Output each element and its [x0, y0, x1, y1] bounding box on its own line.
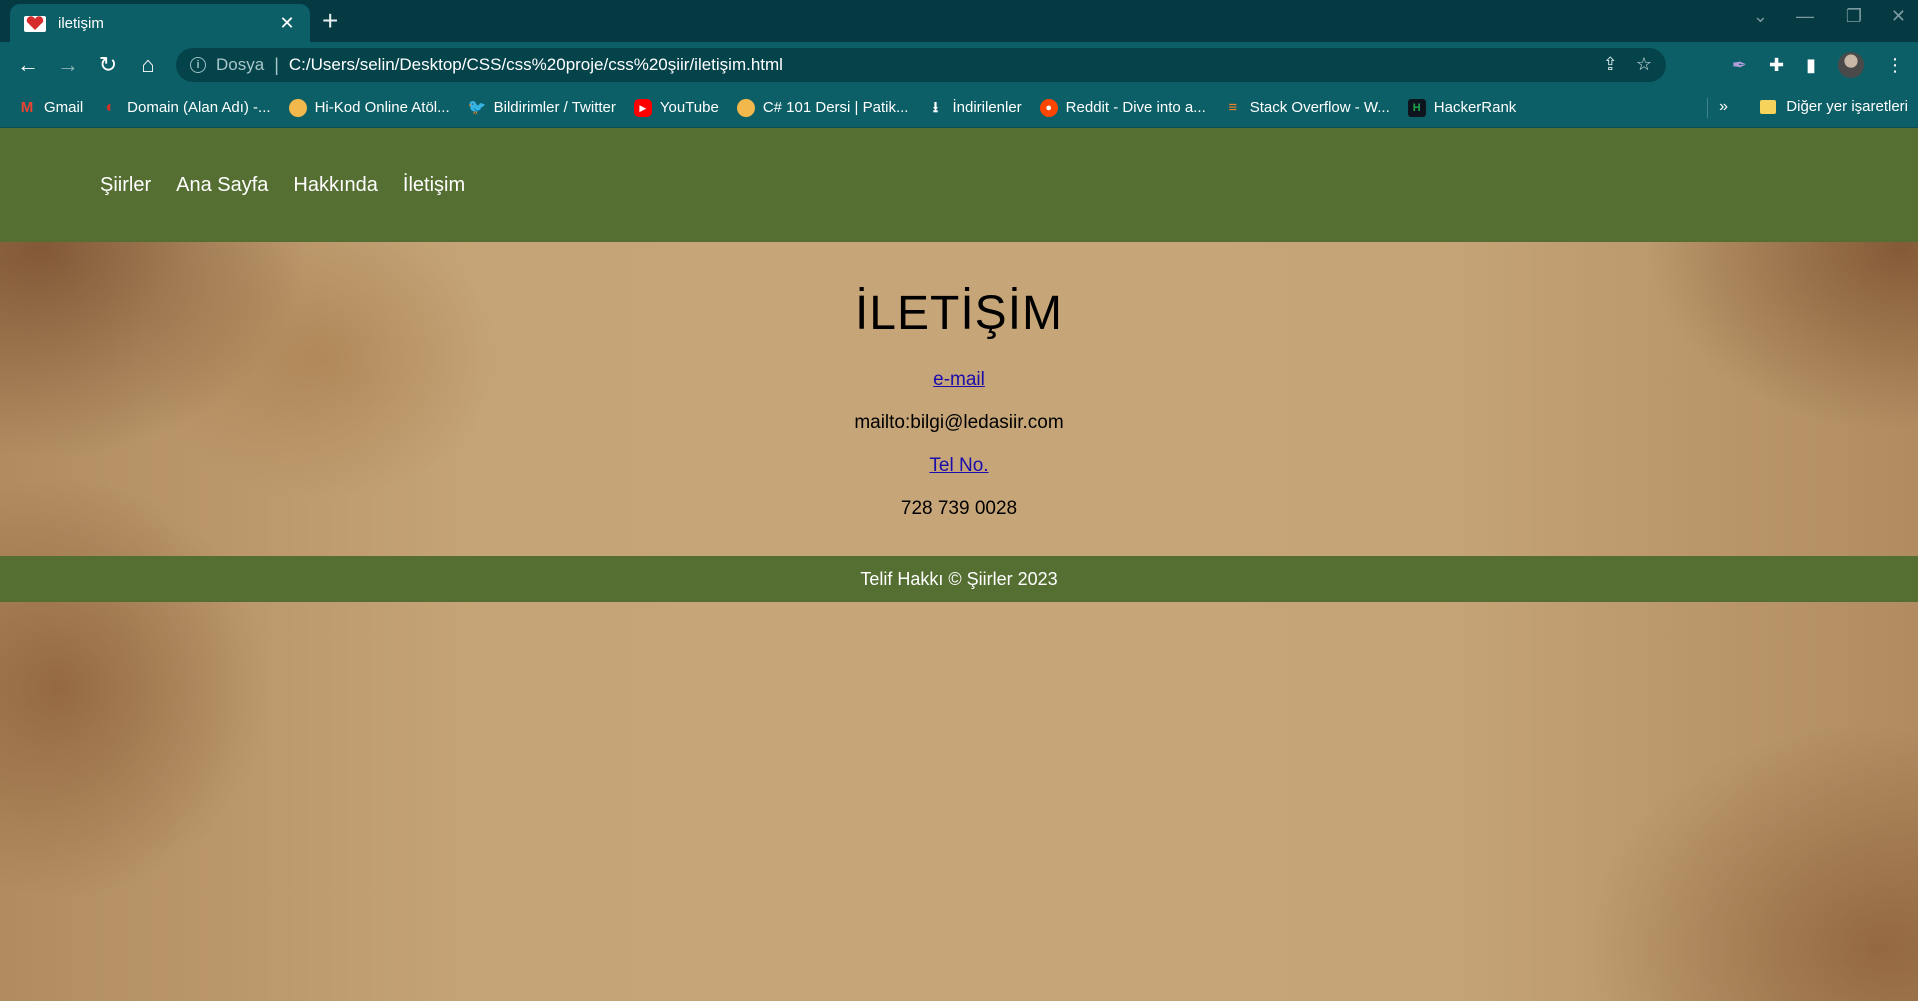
- domain-icon: ◐: [105, 98, 115, 116]
- minimize-icon[interactable]: —: [1796, 6, 1814, 27]
- phone-number: 728 739 0028: [900, 498, 1018, 519]
- heart-favicon-icon: [24, 16, 46, 32]
- youtube-icon: ▶: [633, 98, 652, 117]
- address-bar[interactable]: i Dosya | C:/Users/selin/Desktop/CSS/css…: [176, 48, 1666, 82]
- browser-toolbar: ← → ↻ ⌂ i Dosya | C:/Users/selin/Desktop…: [0, 42, 1918, 88]
- phone-row: Tel No.: [0, 455, 1918, 477]
- profile-avatar[interactable]: [1838, 52, 1864, 78]
- other-bookmarks-label: Diğer yer işaretleri: [1786, 98, 1908, 115]
- site-nav: Şiirler Ana Sayfa Hakkında İletişim: [0, 128, 1918, 242]
- contact-section: İLETİŞİM e-mail mailto:bilgi@ledasiir.co…: [0, 286, 1918, 520]
- bookmark-item[interactable]: ≡ Stack Overflow - W...: [1224, 98, 1390, 117]
- bookmark-label: YouTube: [659, 99, 719, 116]
- bookmark-label: C# 101 Dersi | Patik...: [762, 99, 909, 116]
- bookmarks-overflow-icon[interactable]: »: [1719, 98, 1728, 116]
- bookmark-label: Reddit - Dive into a...: [1065, 99, 1206, 116]
- nav-link-hakkinda[interactable]: Hakkında: [293, 174, 378, 197]
- tab-close-icon[interactable]: ✕: [276, 13, 298, 34]
- email-row: e-mail: [0, 369, 1918, 391]
- bookmark-label: İndirilenler: [952, 99, 1022, 116]
- bookmark-label: Gmail: [44, 99, 84, 116]
- bookmark-label: Stack Overflow - W...: [1249, 99, 1390, 116]
- gmail-icon: M: [20, 98, 34, 116]
- tab-strip: iletişim ✕ + ⌄ — ❐ ✕: [0, 0, 1918, 42]
- back-arrow-icon[interactable]: ←: [8, 52, 48, 78]
- page-body: Şiirler Ana Sayfa Hakkında İletişim İLET…: [0, 128, 1918, 1001]
- forward-arrow-icon[interactable]: →: [48, 52, 88, 78]
- tab-search-chevron-icon[interactable]: ⌄: [1753, 6, 1768, 27]
- bookmark-label: Hi-Kod Online Atöl...: [314, 99, 450, 116]
- nav-link-ana-sayfa[interactable]: Ana Sayfa: [176, 174, 268, 197]
- email-address: mailto:bilgi@ledasiir.com: [854, 412, 1064, 433]
- bookmark-item[interactable]: ▶ YouTube: [633, 98, 719, 117]
- browser-tab[interactable]: iletişim ✕: [10, 4, 310, 42]
- reddit-icon: ●: [1039, 98, 1058, 117]
- nav-link-iletisim[interactable]: İletişim: [403, 174, 465, 197]
- bookmark-item[interactable]: ⭳ İndirilenler: [926, 98, 1022, 117]
- site-footer: Telif Hakkı © Şiirler 2023: [0, 556, 1918, 602]
- other-bookmarks-folder[interactable]: Diğer yer işaretleri: [1760, 98, 1908, 115]
- share-icon[interactable]: ⇪: [1603, 54, 1618, 75]
- url-scheme-label: Dosya: [216, 55, 265, 74]
- bookmark-item[interactable]: ◐ Domain (Alan Adı) -...: [101, 99, 270, 117]
- extensions-puzzle-icon[interactable]: ✚: [1769, 55, 1784, 76]
- bookmark-item[interactable]: 🐦 Bildirimler / Twitter: [468, 99, 616, 117]
- close-window-icon[interactable]: ✕: [1891, 6, 1906, 27]
- bookmark-item[interactable]: ● Reddit - Dive into a...: [1039, 98, 1206, 117]
- hikod-icon: [288, 98, 307, 117]
- site-info-icon[interactable]: i: [190, 57, 206, 73]
- stackoverflow-icon: ≡: [1228, 98, 1238, 116]
- menu-kebab-icon[interactable]: ⋮: [1886, 55, 1904, 76]
- feather-extension-icon[interactable]: ✒: [1732, 55, 1747, 76]
- phone-link[interactable]: Tel No.: [929, 455, 988, 476]
- bookmark-label: HackerRank: [1433, 99, 1517, 116]
- bookmarks-divider: [1707, 98, 1708, 118]
- url-text[interactable]: C:/Users/selin/Desktop/CSS/css%20proje/c…: [289, 55, 783, 75]
- patika-icon: [736, 98, 755, 117]
- bookmark-item[interactable]: C# 101 Dersi | Patik...: [736, 98, 909, 117]
- home-icon[interactable]: ⌂: [128, 52, 168, 78]
- bookmark-item[interactable]: M Gmail: [18, 99, 83, 117]
- email-link[interactable]: e-mail: [933, 369, 985, 390]
- new-tab-button[interactable]: +: [322, 6, 338, 36]
- tab-title: iletişim: [58, 14, 104, 32]
- bookmarks-bar: M Gmail ◐ Domain (Alan Adı) -... Hi-Kod Onli…: [0, 88, 1918, 128]
- restore-icon[interactable]: ❐: [1846, 6, 1862, 27]
- side-panel-icon[interactable]: ▮: [1806, 55, 1816, 76]
- url-separator: |: [274, 54, 279, 75]
- download-icon: ⭳: [932, 98, 939, 116]
- bookmark-star-icon[interactable]: ☆: [1636, 54, 1652, 75]
- page-title: İLETİŞİM: [854, 287, 1064, 340]
- bookmark-label: Domain (Alan Adı) -...: [127, 99, 271, 116]
- bookmark-item[interactable]: H HackerRank: [1407, 98, 1517, 117]
- folder-icon: [1760, 99, 1777, 114]
- nav-link-siirler[interactable]: Şiirler: [100, 174, 151, 197]
- twitter-icon: 🐦: [467, 98, 487, 116]
- reload-icon[interactable]: ↻: [88, 52, 128, 78]
- bookmark-item[interactable]: Hi-Kod Online Atöl...: [288, 98, 450, 117]
- hackerrank-icon: H: [1407, 98, 1426, 117]
- bookmark-label: Bildirimler / Twitter: [493, 99, 616, 116]
